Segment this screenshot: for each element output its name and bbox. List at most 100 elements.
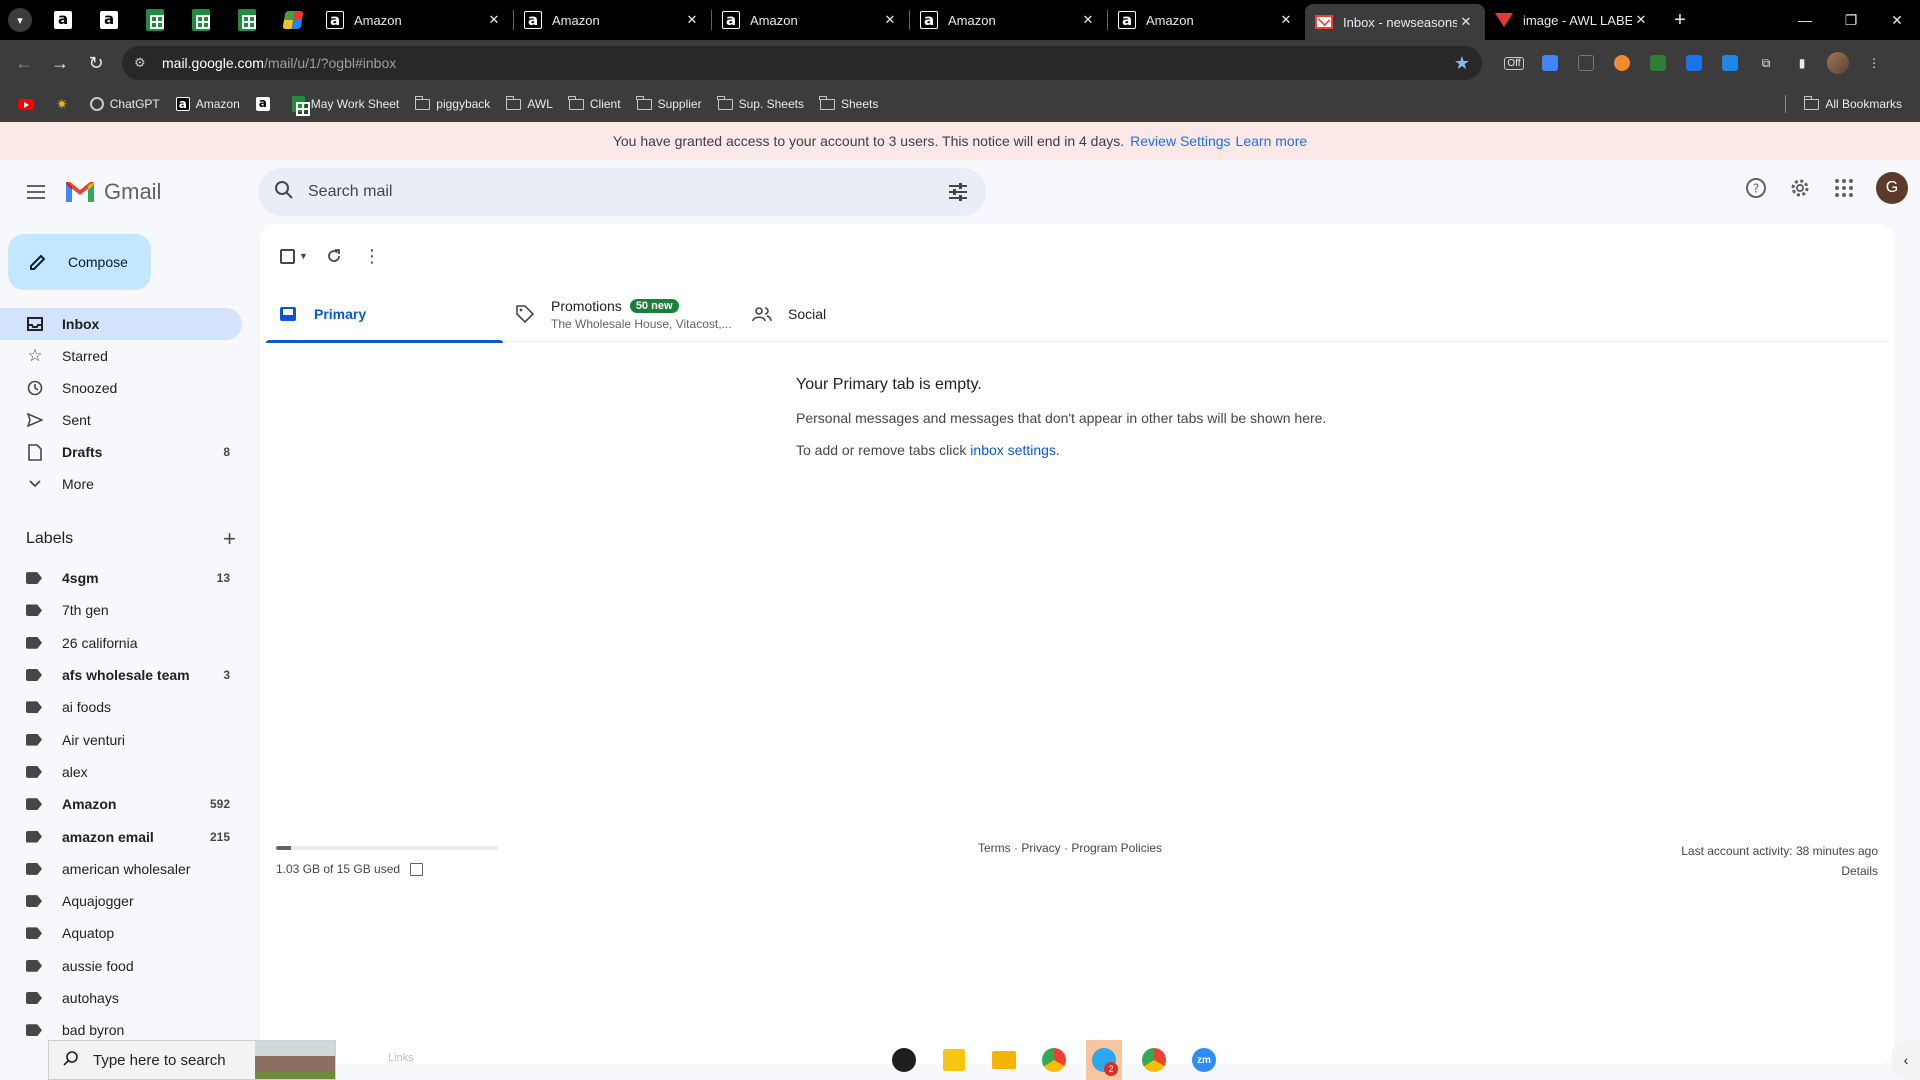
bookmark-chatgpt[interactable]: ChatGPT	[82, 90, 168, 118]
profile-avatar[interactable]	[1820, 47, 1856, 79]
taskbar-app-chrome-2[interactable]	[1136, 1040, 1172, 1080]
browser-tab[interactable]: image - AWL LABEL ✕	[1485, 0, 1660, 40]
show-hidden-icons-button[interactable]: ‹	[1892, 1040, 1920, 1080]
nav-item-snoozed[interactable]: Snoozed	[0, 372, 242, 404]
address-bar[interactable]: ⚙ mail.google.com/mail/u/1/?ogbl#inbox ★	[122, 46, 1482, 80]
all-bookmarks-button[interactable]: All Bookmarks	[1796, 90, 1910, 118]
label-item[interactable]: american wholesaler	[0, 853, 242, 885]
bookmark-amazon[interactable]: a Amazon	[168, 90, 248, 118]
extension-icon[interactable]	[1532, 47, 1568, 79]
label-item[interactable]: ai foods	[0, 691, 242, 723]
close-icon[interactable]: ✕	[485, 12, 503, 28]
extension-icon[interactable]	[1604, 47, 1640, 79]
close-icon[interactable]: ✕	[1079, 12, 1097, 28]
gmail-logo[interactable]: Gmail	[64, 179, 161, 205]
close-icon[interactable]: ✕	[1632, 12, 1650, 28]
taskbar-app-chrome[interactable]	[1036, 1040, 1072, 1080]
close-icon[interactable]: ✕	[1457, 14, 1475, 30]
taskbar-app-zoom[interactable]: zm	[1186, 1040, 1222, 1080]
pinned-tab-amazon[interactable]: a	[86, 0, 132, 40]
label-item[interactable]: autohays	[0, 982, 242, 1014]
nav-item-inbox[interactable]: Inbox	[0, 308, 242, 340]
taskbar-links-toolbar[interactable]: Links	[388, 1052, 414, 1064]
pinned-tab-sheets[interactable]	[178, 0, 224, 40]
review-settings-link[interactable]: Review Settings	[1130, 133, 1230, 149]
nav-item-drafts[interactable]: Drafts 8	[0, 436, 242, 468]
close-window-icon[interactable]: ✕	[1874, 0, 1920, 40]
minimize-icon[interactable]: —	[1782, 0, 1828, 40]
new-tab-button[interactable]: +	[1660, 9, 1700, 32]
tab-promotions[interactable]: Promotions 50 new The Wholesale House, V…	[503, 286, 740, 342]
browser-tab[interactable]: a Amazon ✕	[316, 0, 513, 40]
search-bar[interactable]	[258, 168, 986, 216]
close-icon[interactable]: ✕	[881, 12, 899, 28]
extension-icon[interactable]	[1568, 47, 1604, 79]
browser-tab[interactable]: a Amazon ✕	[712, 0, 909, 40]
apps-grid-icon[interactable]	[1824, 168, 1864, 208]
details-link[interactable]: Details	[1681, 861, 1878, 881]
bookmark-folder-awl[interactable]: AWL	[498, 90, 561, 118]
taskbar-app-sticky-notes[interactable]	[936, 1040, 972, 1080]
side-panel-icon[interactable]: ▮	[1784, 47, 1820, 79]
label-item[interactable]: Aquajogger	[0, 885, 242, 917]
pinned-tab-sheets[interactable]	[132, 0, 178, 40]
inbox-settings-link[interactable]: inbox settings	[970, 442, 1056, 458]
pinned-tab-amazon[interactable]: a	[40, 0, 86, 40]
search-icon[interactable]	[274, 180, 294, 205]
label-item[interactable]: Air venturi	[0, 723, 242, 755]
bookmark-folder-sheets[interactable]: Sheets	[812, 90, 886, 118]
bookmark-extension[interactable]: ✷	[48, 90, 82, 118]
bookmark-folder-client[interactable]: Client	[561, 90, 629, 118]
label-item[interactable]: 26 california	[0, 627, 242, 659]
browser-tab[interactable]: a Amazon ✕	[1108, 0, 1305, 40]
main-menu-button[interactable]	[12, 168, 60, 216]
bookmark-folder-supplier[interactable]: Supplier	[629, 90, 710, 118]
label-item[interactable]: Aquatop	[0, 917, 242, 949]
learn-more-link[interactable]: Learn more	[1236, 133, 1308, 149]
forward-button[interactable]: →	[44, 47, 76, 79]
pinned-tab-sheets[interactable]	[224, 0, 270, 40]
bookmark-star-icon[interactable]: ★	[1454, 53, 1470, 74]
bookmark-folder-piggyback[interactable]: piggyback	[407, 90, 498, 118]
extension-icon[interactable]	[1640, 47, 1676, 79]
help-icon[interactable]: ?	[1736, 168, 1776, 208]
nav-item-more[interactable]: More	[0, 468, 242, 500]
tab-search-button[interactable]: ▾	[0, 0, 40, 40]
tab-primary[interactable]: Primary	[266, 286, 503, 343]
refresh-button[interactable]	[318, 236, 350, 276]
taskbar-app-obs[interactable]	[886, 1040, 922, 1080]
tab-social[interactable]: Social	[740, 286, 977, 342]
extension-off-icon[interactable]: Off	[1496, 47, 1532, 79]
caret-down-icon[interactable]: ▼	[299, 251, 308, 261]
search-input[interactable]	[308, 183, 946, 201]
extension-icon[interactable]	[1712, 47, 1748, 79]
bookmark-folder-sup-sheets[interactable]: Sup. Sheets	[710, 90, 812, 118]
account-avatar[interactable]: G	[1876, 172, 1908, 204]
browser-menu-icon[interactable]: ⋮	[1856, 47, 1892, 79]
bookmark-amazon-2[interactable]: a	[248, 90, 284, 118]
taskbar-search[interactable]: Type here to search	[48, 1040, 336, 1080]
extension-icon[interactable]	[1676, 47, 1712, 79]
pinned-tab-app[interactable]	[270, 0, 316, 40]
label-item[interactable]: 4sgm 13	[0, 562, 242, 594]
taskbar-app-file-explorer[interactable]	[986, 1040, 1022, 1080]
label-item[interactable]: amazon email 215	[0, 820, 242, 852]
browser-tab[interactable]: a Amazon ✕	[910, 0, 1107, 40]
more-options-button[interactable]: ⋮	[356, 236, 388, 276]
label-item[interactable]: aussie food	[0, 950, 242, 982]
label-item[interactable]: 7th gen	[0, 594, 242, 626]
browser-tab-active[interactable]: Inbox - newseasonsgd ✕	[1305, 4, 1485, 40]
nav-item-starred[interactable]: ☆ Starred	[0, 340, 242, 372]
label-item[interactable]: Amazon 592	[0, 788, 242, 820]
settings-gear-icon[interactable]	[1780, 168, 1820, 208]
browser-tab[interactable]: a Amazon ✕	[514, 0, 711, 40]
reload-button[interactable]: ↻	[80, 47, 112, 79]
compose-button[interactable]: Compose	[8, 234, 151, 290]
label-item[interactable]: alex	[0, 756, 242, 788]
footer-links[interactable]: Terms · Privacy · Program Policies	[978, 841, 1162, 855]
close-icon[interactable]: ✕	[683, 12, 701, 28]
taskbar-app-telegram[interactable]: 2	[1086, 1040, 1122, 1080]
back-button[interactable]: ←	[8, 47, 40, 79]
restore-icon[interactable]: ❐	[1828, 0, 1874, 40]
extensions-menu-icon[interactable]: ⧉	[1748, 47, 1784, 79]
